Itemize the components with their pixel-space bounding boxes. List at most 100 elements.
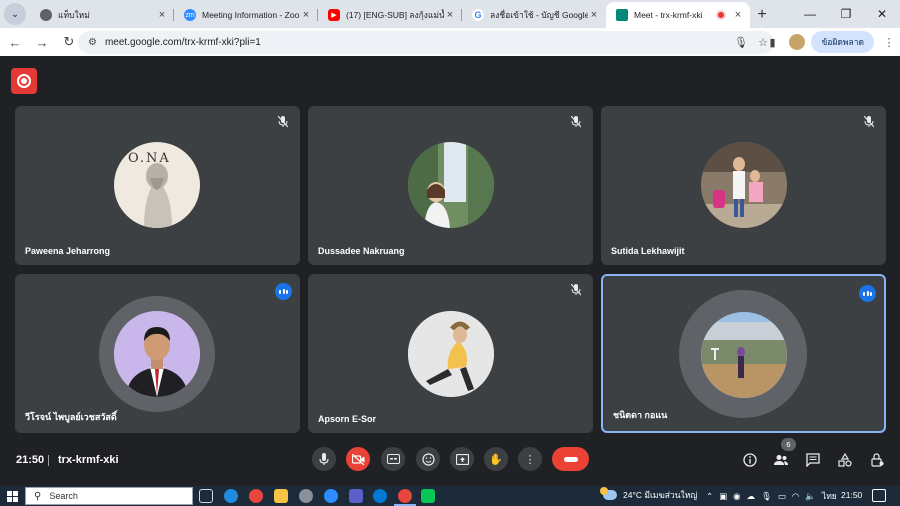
task-view-icon[interactable] (199, 489, 213, 503)
file-explorer-icon[interactable] (274, 489, 288, 503)
weather-widget[interactable]: 24°C มีเมฆส่วนใหญ่ (600, 487, 698, 502)
chrome-taskbar-icon[interactable] (249, 489, 263, 503)
side-panel-icon[interactable]: ▮ (761, 36, 783, 49)
people-button[interactable] (771, 450, 791, 470)
settings-gear-icon[interactable] (299, 489, 313, 503)
weather-cloud-icon (600, 487, 617, 500)
close-icon[interactable]: × (588, 9, 600, 21)
raise-hand-button[interactable]: ✋ (484, 447, 508, 471)
search-placeholder: Search (49, 491, 78, 501)
participant-tile[interactable]: Dussadee Nakruang (308, 106, 593, 265)
url-text[interactable]: meet.google.com/trx-krmf-xki?pli=1 (105, 37, 730, 48)
back-button[interactable]: ← (3, 30, 27, 54)
chat-button[interactable] (803, 450, 823, 470)
meeting-code: trx-krmf-xki (58, 454, 119, 466)
notification-icon[interactable] (872, 489, 886, 502)
participant-name: ชนิตดา กอแน (613, 410, 668, 420)
participant-tile[interactable]: วีโรจน์ ไพบูลย์เวชสวัสดิ์ (15, 274, 300, 433)
battery-icon[interactable]: ▭ (778, 491, 786, 502)
tab-title: Meet - trx-krmf-xki (634, 10, 703, 20)
profile-avatar[interactable] (789, 34, 806, 50)
windows-taskbar: ⚲ Search 24°C มีเมฆส่วนใหญ่ ⌃ ▣ ◉ ☁ 🎙 ▭ … (0, 486, 900, 506)
leave-call-button[interactable] (552, 447, 589, 471)
participant-tile[interactable]: O.NA Paweena Jeharrong (15, 106, 300, 265)
captions-button[interactable] (381, 447, 405, 471)
speaking-indicator-icon (859, 285, 876, 302)
meeting-clock: 21:50 (16, 454, 45, 466)
forward-button[interactable]: → (30, 30, 54, 54)
chevron-down-icon: ⌄ (10, 8, 20, 20)
close-icon[interactable]: × (444, 9, 456, 21)
participant-avatar (114, 311, 200, 397)
plus-icon: + (757, 6, 767, 23)
update-button[interactable]: ข้อผิดพลาด (811, 31, 874, 53)
line-app-icon[interactable] (421, 489, 435, 503)
mic-off-icon (569, 115, 583, 129)
participant-name: วีโรจน์ ไพบูลย์เวชสวัสดิ์ (25, 412, 117, 422)
arrow-left-icon: ← (8, 34, 22, 50)
edge-icon[interactable] (224, 489, 238, 503)
speaking-indicator-icon (275, 283, 292, 300)
present-button[interactable] (450, 447, 474, 471)
volume-icon[interactable]: 🔈 (805, 491, 816, 502)
close-window-button[interactable]: ✕ (864, 0, 900, 28)
wifi-icon[interactable]: ◠ (792, 491, 799, 502)
more-menu-icon[interactable]: ⋮ (878, 36, 900, 49)
chrome-active-icon[interactable] (394, 489, 416, 506)
divider (48, 455, 49, 466)
more-vert-icon: ⋮ (524, 453, 536, 466)
camera-tray-icon[interactable]: ◉ (733, 491, 740, 502)
chevron-up-icon[interactable]: ⌃ (706, 491, 713, 502)
new-tab-button[interactable]: + (750, 3, 774, 27)
microphone-button[interactable] (312, 447, 336, 471)
more-options-button[interactable]: ⋮ (518, 447, 542, 471)
onedrive-icon[interactable]: ☁ (747, 491, 756, 502)
participant-tile[interactable]: Apsorn E-Sor (308, 274, 593, 433)
zoom-taskbar-icon[interactable] (324, 489, 338, 503)
chat-icon (806, 453, 820, 467)
reload-icon: ↻ (63, 34, 75, 49)
language-indicator[interactable]: ไทย (822, 489, 837, 503)
recording-indicator[interactable] (11, 68, 37, 94)
close-icon[interactable]: × (732, 9, 744, 21)
participant-avatar: O.NA (114, 142, 200, 228)
toolbar-right: ▮ ข้อผิดพลาด ⋮ (761, 28, 900, 56)
outlook-icon[interactable] (373, 489, 387, 503)
browser-tab[interactable]: zm Meeting Information - Zoom × (174, 2, 318, 28)
meet-tray-icon[interactable]: ▣ (719, 491, 727, 502)
recording-dot-icon (716, 10, 726, 20)
mic-off-icon (862, 115, 876, 129)
minimize-button[interactable]: — (792, 0, 828, 28)
system-clock[interactable]: 21:50 (841, 490, 862, 500)
close-icon[interactable]: × (156, 9, 168, 21)
browser-tab[interactable]: G ลงชื่อเข้าใช้ - บัญชี Google × (462, 2, 606, 28)
activities-button[interactable] (835, 450, 855, 470)
microphone-icon[interactable]: 🎙 (730, 36, 752, 49)
browser-tab[interactable]: แท็บใหม่ × (30, 2, 174, 28)
windows-logo-icon (6, 490, 18, 502)
tab-search-button[interactable]: ⌄ (4, 3, 26, 25)
participant-tile[interactable]: Sutida Lekhawijit (601, 106, 886, 265)
microphone-tray-icon[interactable]: 🎙 (761, 491, 772, 502)
search-icon: ⚲ (34, 490, 42, 502)
browser-tab-active[interactable]: Meet - trx-krmf-xki × (606, 2, 750, 28)
weather-text: 24°C มีเมฆส่วนใหญ่ (623, 490, 698, 500)
participant-name: Apsorn E-Sor (318, 414, 377, 424)
participant-name: Dussadee Nakruang (318, 246, 405, 256)
start-button[interactable] (0, 486, 24, 506)
site-info-icon[interactable]: ⚙ (88, 37, 97, 48)
camera-off-button[interactable] (346, 447, 370, 471)
meeting-info-button[interactable] (740, 450, 760, 470)
browser-tab[interactable]: ▶ (17) [ENG-SUB] ลงกุ้งแม่น้ำลงต้มยำ × (318, 2, 462, 28)
present-screen-icon (455, 453, 469, 465)
teams-icon[interactable] (349, 489, 363, 503)
taskbar-search[interactable]: ⚲ Search (25, 487, 193, 505)
restore-button[interactable]: ❐ (828, 0, 864, 28)
participant-tile-active[interactable]: ชนิตดา กอแน (601, 274, 886, 433)
phone-hangup-icon (563, 456, 578, 462)
address-bar[interactable]: ⚙ meet.google.com/trx-krmf-xki?pli=1 🎙 ☆ (78, 31, 774, 54)
close-icon[interactable]: × (300, 9, 312, 21)
youtube-icon: ▶ (328, 9, 340, 21)
emoji-button[interactable] (416, 447, 440, 471)
host-controls-button[interactable] (867, 450, 887, 470)
